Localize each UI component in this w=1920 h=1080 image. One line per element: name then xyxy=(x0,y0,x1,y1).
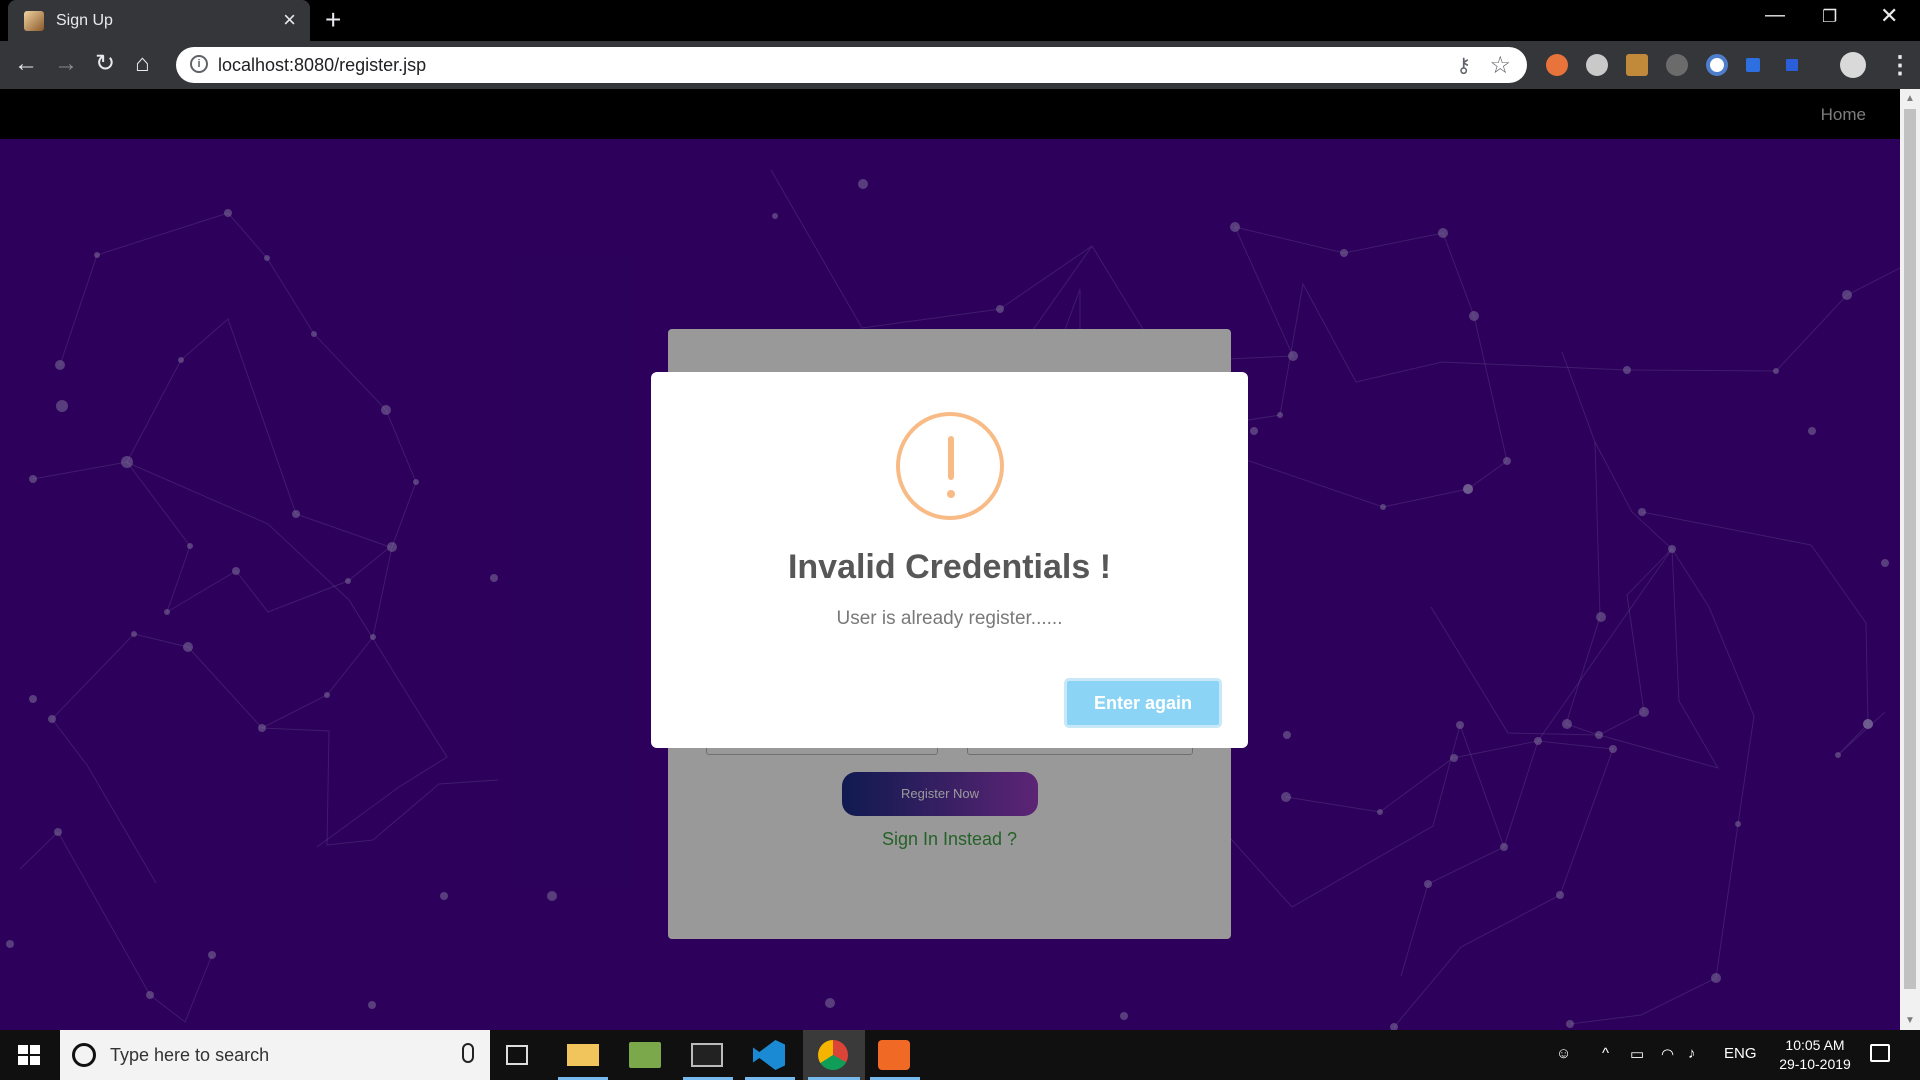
chevron-up-icon[interactable]: ^ xyxy=(1602,1045,1609,1062)
file-explorer-icon[interactable] xyxy=(567,1044,599,1066)
window-close-icon[interactable]: ✕ xyxy=(1880,3,1898,29)
tab-close-icon[interactable]: × xyxy=(283,9,296,31)
chrome-icon[interactable] xyxy=(818,1040,848,1070)
extension-icon[interactable] xyxy=(1786,59,1798,71)
extension-icon[interactable] xyxy=(1626,54,1648,76)
xampp-icon[interactable] xyxy=(878,1040,910,1070)
page-viewport: Home Register Now Sign In Instead ? Inva… xyxy=(0,89,1900,1030)
volume-icon[interactable]: ♪ xyxy=(1688,1045,1696,1062)
menu-dots-icon[interactable]: ⋮ xyxy=(1888,51,1912,80)
scroll-down-icon[interactable]: ▼ xyxy=(1905,1015,1915,1026)
scroll-thumb[interactable] xyxy=(1904,109,1916,989)
browser-toolbar: ← → ↻ ⌂ i localhost:8080/register.jsp ⚷ … xyxy=(0,41,1920,89)
profile-avatar[interactable] xyxy=(1840,52,1866,78)
restore-icon[interactable]: ❐ xyxy=(1822,7,1837,27)
tab-title: Sign Up xyxy=(56,11,113,29)
extension-icon[interactable] xyxy=(1706,54,1728,76)
taskbar: Type here to search ☺ ^ ▭ ◠ ♪ ENG 10:05 … xyxy=(0,1030,1920,1080)
alert-title: Invalid Credentials ! xyxy=(787,548,1112,586)
star-icon[interactable]: ☆ xyxy=(1489,51,1511,80)
extension-icon[interactable] xyxy=(1746,58,1760,72)
clock[interactable]: 10:05 AM 29-10-2019 xyxy=(1760,1036,1870,1074)
browser-tab-strip: Sign Up × + — ❐ ✕ xyxy=(0,0,1920,41)
vscode-icon[interactable] xyxy=(753,1040,785,1070)
enter-again-button[interactable]: Enter again xyxy=(1064,678,1222,728)
alert-message: User is already register...... xyxy=(836,608,1063,629)
minimize-icon[interactable]: — xyxy=(1765,4,1785,27)
terminal-icon[interactable] xyxy=(691,1043,723,1067)
windows-start-icon[interactable] xyxy=(18,1045,40,1065)
warning-icon xyxy=(896,412,1004,520)
address-bar[interactable]: i localhost:8080/register.jsp ⚷ ☆ xyxy=(176,47,1527,83)
extension-icon[interactable] xyxy=(1546,54,1568,76)
task-view-icon[interactable] xyxy=(506,1045,528,1065)
reload-icon[interactable]: ↻ xyxy=(95,51,115,77)
forward-arrow-icon[interactable]: → xyxy=(54,51,78,77)
url-text[interactable]: localhost:8080/register.jsp xyxy=(218,55,426,76)
wifi-icon[interactable]: ◠ xyxy=(1661,1045,1674,1063)
gear-extension-icon[interactable] xyxy=(1586,54,1608,76)
image-app-icon[interactable] xyxy=(629,1042,661,1068)
tab-sign-up[interactable]: Sign Up × xyxy=(8,0,310,41)
extension-icon[interactable] xyxy=(1666,54,1688,76)
back-arrow-icon[interactable]: ← xyxy=(14,51,38,77)
page-scrollbar[interactable]: ▲ ▼ xyxy=(1900,89,1920,1030)
alert-dialog: Invalid Credentials ! User is already re… xyxy=(651,372,1248,748)
battery-icon[interactable]: ▭ xyxy=(1630,1045,1644,1063)
warning-dot xyxy=(947,490,955,498)
key-icon[interactable]: ⚷ xyxy=(1456,53,1471,78)
notification-icon[interactable] xyxy=(1870,1044,1890,1062)
clock-time: 10:05 AM xyxy=(1785,1037,1845,1053)
microphone-icon[interactable] xyxy=(462,1043,474,1063)
warning-bar xyxy=(948,436,954,480)
cortana-icon xyxy=(72,1043,96,1067)
scroll-up-icon[interactable]: ▲ xyxy=(1905,93,1915,104)
taskbar-search[interactable]: Type here to search xyxy=(60,1030,490,1080)
clock-date: 29-10-2019 xyxy=(1779,1056,1851,1072)
search-placeholder[interactable]: Type here to search xyxy=(110,1045,269,1066)
favicon-icon xyxy=(24,10,44,31)
language-indicator[interactable]: ENG xyxy=(1724,1045,1757,1062)
people-icon[interactable]: ☺ xyxy=(1556,1045,1571,1062)
home-icon[interactable]: ⌂ xyxy=(135,51,150,77)
info-icon[interactable]: i xyxy=(190,55,208,73)
new-tab-icon[interactable]: + xyxy=(325,6,341,34)
